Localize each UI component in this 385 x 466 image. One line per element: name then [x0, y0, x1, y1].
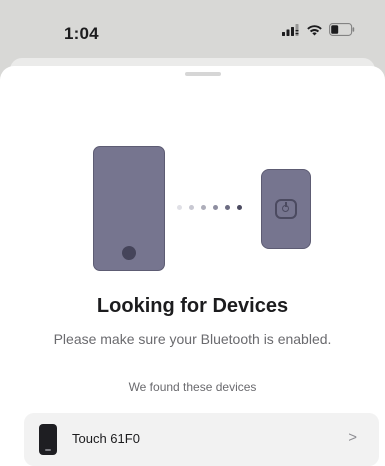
device-list-item[interactable]: Touch 61F0 >	[24, 413, 379, 466]
status-time: 1:04	[64, 24, 99, 43]
connection-dot	[213, 205, 218, 210]
connection-dots	[177, 205, 242, 210]
chevron-right-icon: >	[348, 429, 357, 446]
tracker-device-illustration	[261, 169, 311, 249]
phone-home-button	[122, 246, 136, 260]
page-subtitle: Please make sure your Bluetooth is enabl…	[53, 331, 332, 347]
battery-icon	[329, 23, 355, 41]
bottom-sheet: Looking for Devices Please make sure you…	[0, 66, 385, 466]
page-title: Looking for Devices	[96, 295, 289, 317]
devices-found-label: We found these devices	[128, 380, 257, 394]
connection-dot	[177, 205, 182, 210]
phone-illustration	[93, 146, 165, 271]
connection-dot	[237, 205, 242, 210]
device-name: Touch 61F0	[72, 431, 140, 446]
power-icon	[275, 199, 297, 219]
signal-icon	[282, 23, 300, 41]
wifi-icon	[306, 23, 323, 41]
status-bar: 1:04	[0, 0, 385, 60]
status-icons	[282, 23, 355, 41]
connection-dot	[225, 205, 230, 210]
connection-dot	[189, 205, 194, 210]
connection-dot	[201, 205, 206, 210]
phone-device-icon	[39, 424, 57, 455]
sheet-grabber[interactable]	[185, 72, 221, 76]
